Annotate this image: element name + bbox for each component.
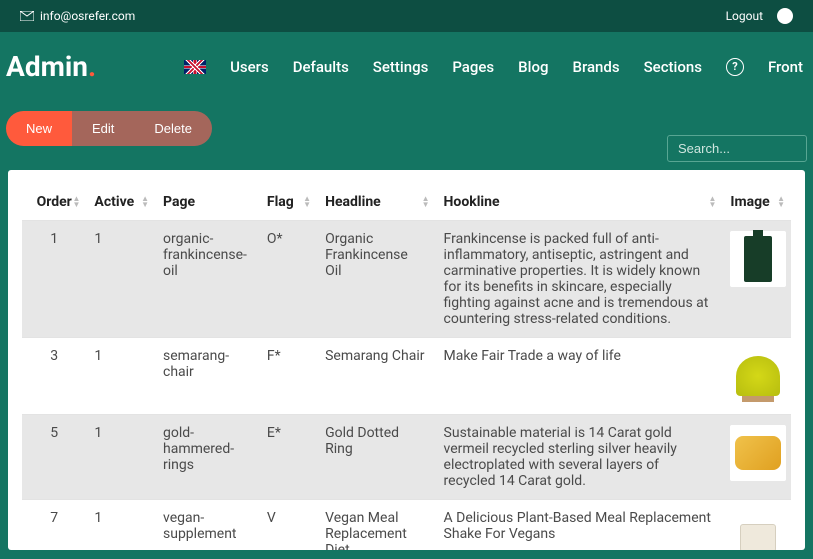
col-header-hookline[interactable]: Hookline▲▼ bbox=[436, 184, 723, 221]
cell-order: 1 bbox=[22, 221, 86, 338]
cell-active: 1 bbox=[86, 415, 155, 500]
sort-icon: ▲▼ bbox=[303, 196, 311, 208]
nav-users[interactable]: Users bbox=[230, 58, 269, 76]
sort-icon: ▲▼ bbox=[708, 196, 716, 208]
nav-settings[interactable]: Settings bbox=[373, 58, 429, 76]
cell-image bbox=[722, 415, 791, 500]
cell-headline: Organic Frankincense Oil bbox=[317, 221, 435, 338]
facebook-icon[interactable]: f bbox=[777, 8, 793, 24]
sort-icon: ▲▼ bbox=[777, 196, 785, 208]
col-header-headline[interactable]: Headline▲▼ bbox=[317, 184, 435, 221]
thumbnail-oil[interactable] bbox=[730, 231, 786, 287]
help-icon[interactable]: ? bbox=[726, 58, 744, 76]
table-row[interactable]: 51gold-hammered-ringsE*Gold Dotted RingS… bbox=[22, 415, 791, 500]
cell-flag: V bbox=[259, 500, 317, 551]
nav-front[interactable]: Front bbox=[768, 58, 803, 76]
col-header-active[interactable]: Active▲▼ bbox=[86, 184, 155, 221]
col-header-page[interactable]: Page bbox=[155, 184, 259, 221]
cell-hookline: Sustainable material is 14 Carat gold ve… bbox=[436, 415, 723, 500]
cell-hookline: Make Fair Trade a way of life bbox=[436, 338, 723, 415]
delete-button[interactable]: Delete bbox=[134, 111, 212, 146]
action-button-group: New Edit Delete bbox=[6, 111, 212, 146]
cell-headline: Vegan Meal Replacement Diet bbox=[317, 500, 435, 551]
navbar: Admin. Users Defaults Settings Pages Blo… bbox=[0, 32, 813, 101]
cell-headline: Gold Dotted Ring bbox=[317, 415, 435, 500]
brand-dot: . bbox=[88, 50, 96, 83]
nav-sections[interactable]: Sections bbox=[644, 58, 702, 76]
sort-icon: ▲▼ bbox=[73, 196, 81, 208]
logout-link[interactable]: Logout bbox=[726, 9, 763, 23]
thumbnail-ring[interactable] bbox=[730, 425, 786, 481]
cell-page: vegan-supplement bbox=[155, 500, 259, 551]
search-input[interactable] bbox=[667, 135, 807, 162]
cell-active: 1 bbox=[86, 221, 155, 338]
sort-icon: ▲▼ bbox=[422, 196, 430, 208]
cell-image bbox=[722, 500, 791, 551]
language-flag-icon[interactable] bbox=[184, 60, 206, 74]
cell-hookline: A Delicious Plant-Based Meal Replacement… bbox=[436, 500, 723, 551]
cell-order: 3 bbox=[22, 338, 86, 415]
col-header-order[interactable]: Order▲▼ bbox=[22, 184, 86, 221]
contact-email[interactable]: info@osrefer.com bbox=[40, 9, 135, 23]
nav-blog[interactable]: Blog bbox=[518, 58, 548, 76]
data-table-panel: Order▲▼ Active▲▼ Page Flag▲▼ Headline▲▼ … bbox=[8, 170, 805, 550]
cell-page: organic-frankincense-oil bbox=[155, 221, 259, 338]
thumbnail-bag[interactable] bbox=[730, 510, 786, 550]
edit-button[interactable]: Edit bbox=[72, 111, 134, 146]
new-button[interactable]: New bbox=[6, 111, 72, 146]
nav-defaults[interactable]: Defaults bbox=[293, 58, 349, 76]
table-row[interactable]: 31semarang-chairF*Semarang ChairMake Fai… bbox=[22, 338, 791, 415]
table-row[interactable]: 71vegan-supplementVVegan Meal Replacemen… bbox=[22, 500, 791, 551]
cell-image bbox=[722, 221, 791, 338]
sort-icon: ▲▼ bbox=[141, 196, 149, 208]
thumbnail-chair[interactable] bbox=[730, 348, 786, 404]
brand-text: Admin bbox=[6, 50, 88, 83]
cell-page: gold-hammered-rings bbox=[155, 415, 259, 500]
col-header-image[interactable]: Image▲▼ bbox=[722, 184, 791, 221]
cell-headline: Semarang Chair bbox=[317, 338, 435, 415]
nav-pages[interactable]: Pages bbox=[452, 58, 494, 76]
col-header-flag[interactable]: Flag▲▼ bbox=[259, 184, 317, 221]
brand-logo[interactable]: Admin. bbox=[6, 50, 96, 83]
cell-flag: E* bbox=[259, 415, 317, 500]
cell-order: 7 bbox=[22, 500, 86, 551]
cell-flag: O* bbox=[259, 221, 317, 338]
cell-image bbox=[722, 338, 791, 415]
cell-page: semarang-chair bbox=[155, 338, 259, 415]
cell-hookline: Frankincense is packed full of anti-infl… bbox=[436, 221, 723, 338]
cell-active: 1 bbox=[86, 338, 155, 415]
topbar: info@osrefer.com Logout f bbox=[0, 0, 813, 32]
cell-active: 1 bbox=[86, 500, 155, 551]
table-row[interactable]: 11organic-frankincense-oilO*Organic Fran… bbox=[22, 221, 791, 338]
data-table: Order▲▼ Active▲▼ Page Flag▲▼ Headline▲▼ … bbox=[22, 184, 791, 550]
nav-brands[interactable]: Brands bbox=[572, 58, 619, 76]
envelope-icon bbox=[20, 11, 34, 21]
cell-order: 5 bbox=[22, 415, 86, 500]
cell-flag: F* bbox=[259, 338, 317, 415]
